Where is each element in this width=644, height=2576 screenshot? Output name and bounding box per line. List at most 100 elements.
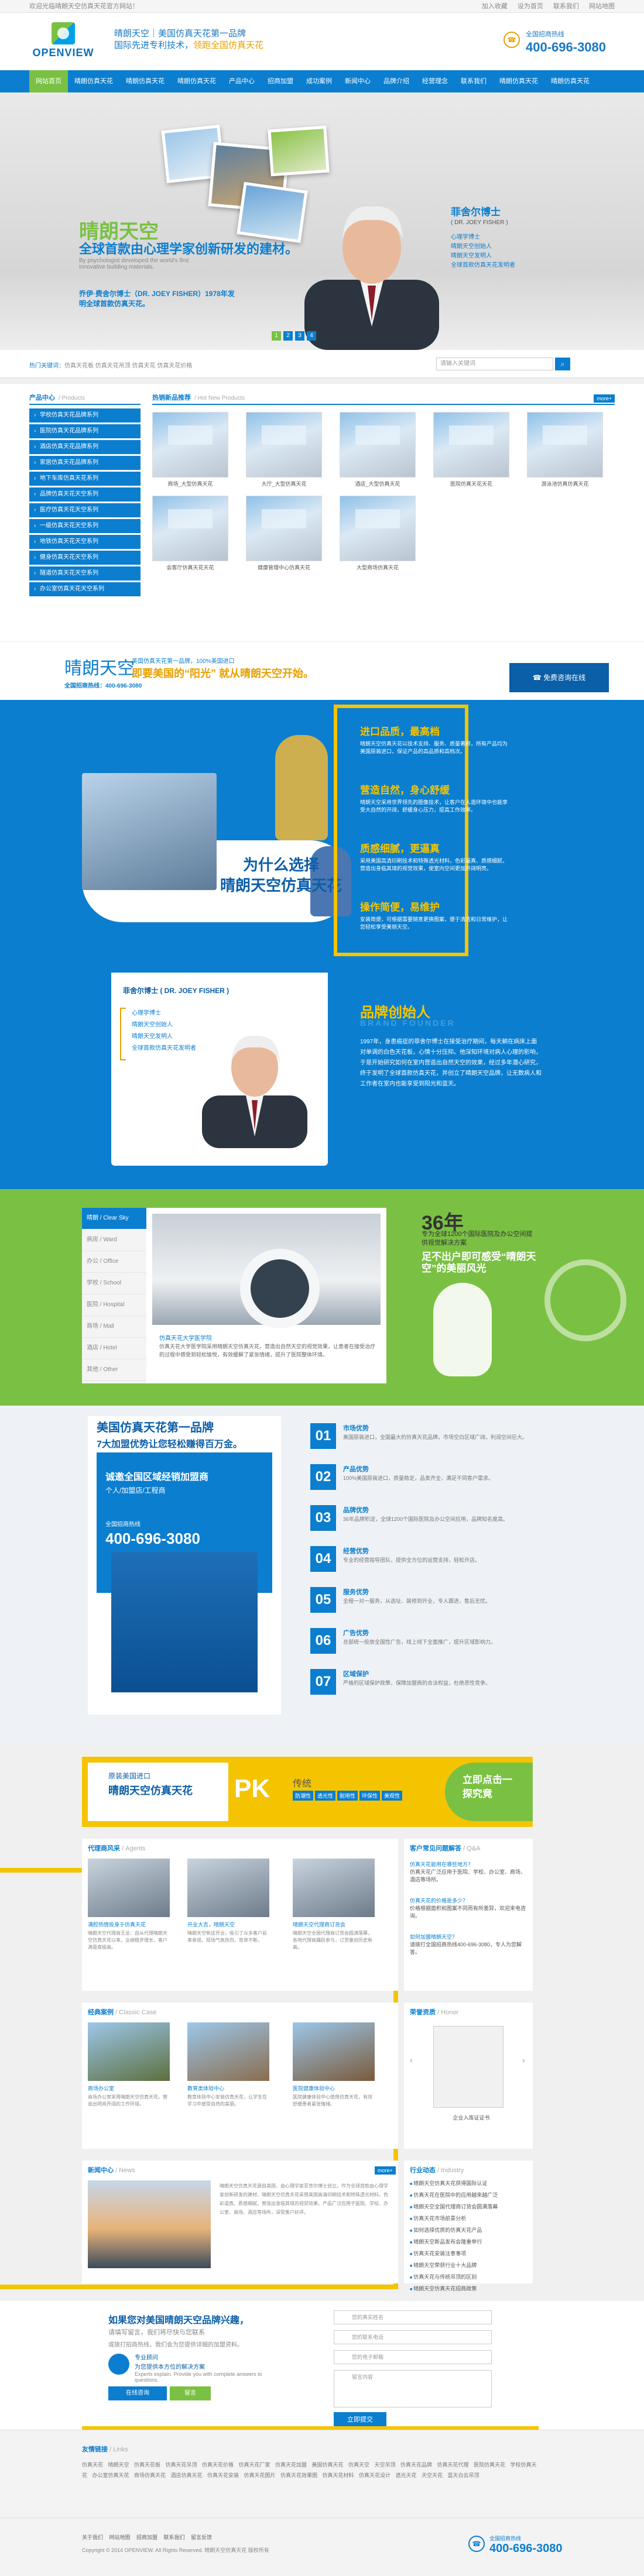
product-image[interactable] [152,412,228,478]
category-item[interactable]: 学校仿真天花品牌系列 [29,408,141,423]
list-item[interactable]: 晴朗天空荣获行业十大品牌 [410,2260,527,2272]
list-item[interactable]: 仿真天花市场前景分析 [410,2213,527,2225]
news-more-link[interactable]: more+ [375,2166,396,2175]
list-item[interactable]: 仿真天花与传统吊顶的区别 [410,2272,527,2283]
tab-school[interactable]: 学校 / School [82,1273,146,1294]
next-arrow-icon[interactable]: › [522,2055,525,2065]
product-caption[interactable]: 大厅_大型仿真天花 [246,480,322,487]
product-image[interactable] [152,496,228,561]
product-image[interactable] [433,412,509,478]
product-card[interactable]: 商场_大型仿真天花 [152,412,228,487]
certificate-image[interactable] [433,2026,503,2108]
product-card[interactable]: 大厅_大型仿真天花 [246,412,322,487]
topbar-link-favorite[interactable]: 加入收藏 [482,3,508,10]
product-card[interactable]: 游泳池仿真仿真天花 [527,412,603,487]
topbar-link-homepage[interactable]: 设为首页 [518,3,543,10]
hotline-number[interactable]: 400-696-3080 [526,40,615,55]
category-item[interactable]: 地下车库仿真天花系列 [29,472,141,486]
name-field[interactable]: 您的真实姓名 [334,2310,492,2324]
tab-other[interactable]: 其他 / Other [82,1359,146,1381]
product-caption[interactable]: 游泳池仿真仿真天花 [527,480,603,487]
faq-item[interactable]: 如何加盟晴朗天空？ 请拨打全国招商热线400-696-3080，专人为您解答。 [410,1933,527,1956]
agent-photo[interactable] [187,1859,269,1917]
product-caption[interactable]: 会客厅仿真天花天花 [152,564,228,571]
email-field[interactable]: 您的电子邮箱 [334,2350,492,2364]
nav-item-contact[interactable]: 联系我们 [454,70,493,92]
list-item[interactable]: 仿真天花在医院中的应用越来越广泛 [410,2190,527,2201]
product-image[interactable] [340,496,416,561]
logo[interactable]: OPENVIEW [29,22,97,63]
faq-item[interactable]: 仿真天花能用在哪些地方？ 仿真天花广泛应用于医院、学校、办公室、商场、酒店等场所。 [410,1861,527,1884]
product-card[interactable]: 大型商场仿真天花 [340,496,416,571]
friend-links-list[interactable]: 仿真天花 晴朗天空 仿真天花板 仿真天花吊顶 仿真天花价格 仿真天花厂家 仿真天… [82,2460,539,2481]
category-item[interactable]: 办公室仿真天花天空系列 [29,582,141,596]
nav-item-franchise[interactable]: 招商加盟 [261,70,300,92]
search-input[interactable]: 请输入关键词 [436,358,553,370]
faq-item[interactable]: 仿真天花的价格是多少？ 价格根据面积和图案不同而有所差异，欢迎来电咨询。 [410,1897,527,1920]
product-image[interactable] [246,412,322,478]
case-caption[interactable]: 教育类体验中心 [187,2084,269,2092]
agent-caption[interactable]: 开业大吉，晴朗天空 [187,1921,269,1928]
tab-office[interactable]: 办公 / Office [82,1251,146,1273]
tab-mall[interactable]: 商场 / Mall [82,1316,146,1338]
banner-page-dot[interactable]: 4 [307,331,316,341]
nav-item-philosophy[interactable]: 经营理念 [416,70,454,92]
list-item[interactable]: 晴朗天空仿真天花获得国际认证 [410,2178,527,2190]
case-caption[interactable]: 医院健康体验中心 [293,2084,375,2092]
free-consult-button[interactable]: ☎ 免费咨询在线 [509,663,609,692]
tab-hospital[interactable]: 医院 / Hospital [82,1294,146,1316]
product-image[interactable] [340,412,416,478]
category-item[interactable]: 医疗仿真天花天空系列 [29,503,141,517]
phone-field[interactable]: 您的联系电话 [334,2330,492,2344]
nav-item-home[interactable]: 网站首页 [29,70,68,92]
list-item[interactable]: 晴朗天空新品发布会隆重举行 [410,2237,527,2248]
hot-keywords-list[interactable]: 仿真天花板 仿真天花吊顶 仿真天花 仿真天花价格 [64,363,192,369]
nav-item-news[interactable]: 新闻中心 [338,70,377,92]
agent-caption[interactable]: 晴朗天空代理商订货会 [293,1921,375,1928]
product-caption[interactable]: 大型商场仿真天花 [340,564,416,571]
category-item[interactable]: 一级仿真天花天空系列 [29,519,141,533]
message-field[interactable]: 留言内容 [334,2370,492,2407]
category-item[interactable]: 酒店仿真天花品牌系列 [29,440,141,454]
franchise-hotline[interactable]: 400-696-3080 [105,1530,200,1548]
banner-page-dot[interactable]: 1 [272,331,281,341]
explore-button-label[interactable]: 立即点击一探究竟 [463,1773,521,1801]
nav-item[interactable]: 晴朗仿真天花 [68,70,119,92]
search-icon[interactable]: ⌕ [555,358,570,370]
agent-caption[interactable]: 满腔热情投身于仿真天花 [88,1921,170,1928]
category-item[interactable]: 健身仿真天花天空系列 [29,551,141,565]
online-consult-button[interactable]: 在线咨询 [108,2386,167,2400]
prev-arrow-icon[interactable]: ‹ [410,2055,413,2065]
category-item[interactable]: 医院仿真天花品牌系列 [29,424,141,438]
product-caption[interactable]: 医院仿真天花天花 [433,480,509,487]
product-image[interactable] [246,496,322,561]
agent-photo[interactable] [88,1859,170,1917]
news-city-photo[interactable] [88,2180,211,2268]
nav-item[interactable]: 晴朗仿真天花 [171,70,222,92]
product-image[interactable] [527,412,603,478]
list-item[interactable]: 晴朗天空仿真天花招商政策 [410,2283,527,2295]
category-item[interactable]: 隧道仿真天花天空系列 [29,566,141,581]
banner-page-dot[interactable]: 2 [283,331,293,341]
product-card[interactable]: 医院仿真天花天花 [433,412,509,487]
list-item[interactable]: 如何选择优质的仿真天花产品 [410,2225,527,2237]
product-card[interactable]: 会客厅仿真天花天花 [152,496,228,571]
case-photo[interactable] [187,2022,269,2081]
agent-photo[interactable] [293,1859,375,1917]
case-photo[interactable] [88,2022,170,2081]
tab-ward[interactable]: 病房 / Ward [82,1229,146,1251]
product-caption[interactable]: 健康管理中心仿真天花 [246,564,322,571]
topbar-link-sitemap[interactable]: 网站地图 [589,3,615,10]
product-card[interactable]: 健康管理中心仿真天花 [246,496,322,571]
tab-clear-sky[interactable]: 晴朗 / Clear Sky [82,1208,146,1229]
category-item[interactable]: 地铁仿真天花天空系列 [29,535,141,549]
nav-item-cases[interactable]: 成功案例 [300,70,338,92]
nav-item-products[interactable]: 产品中心 [222,70,261,92]
nav-item[interactable]: 晴朗仿真天花 [119,70,171,92]
submit-button[interactable]: 立即提交 [334,2412,386,2427]
nav-item[interactable]: 晴朗仿真天花 [493,70,544,92]
product-card[interactable]: 酒店_大型仿真天花 [340,412,416,487]
footer-hotline-number[interactable]: 400-696-3080 [489,2542,580,2556]
leave-message-button[interactable]: 留言 [170,2386,211,2400]
showcase-title[interactable]: 仿真天花大学医学院 [159,1333,212,1342]
